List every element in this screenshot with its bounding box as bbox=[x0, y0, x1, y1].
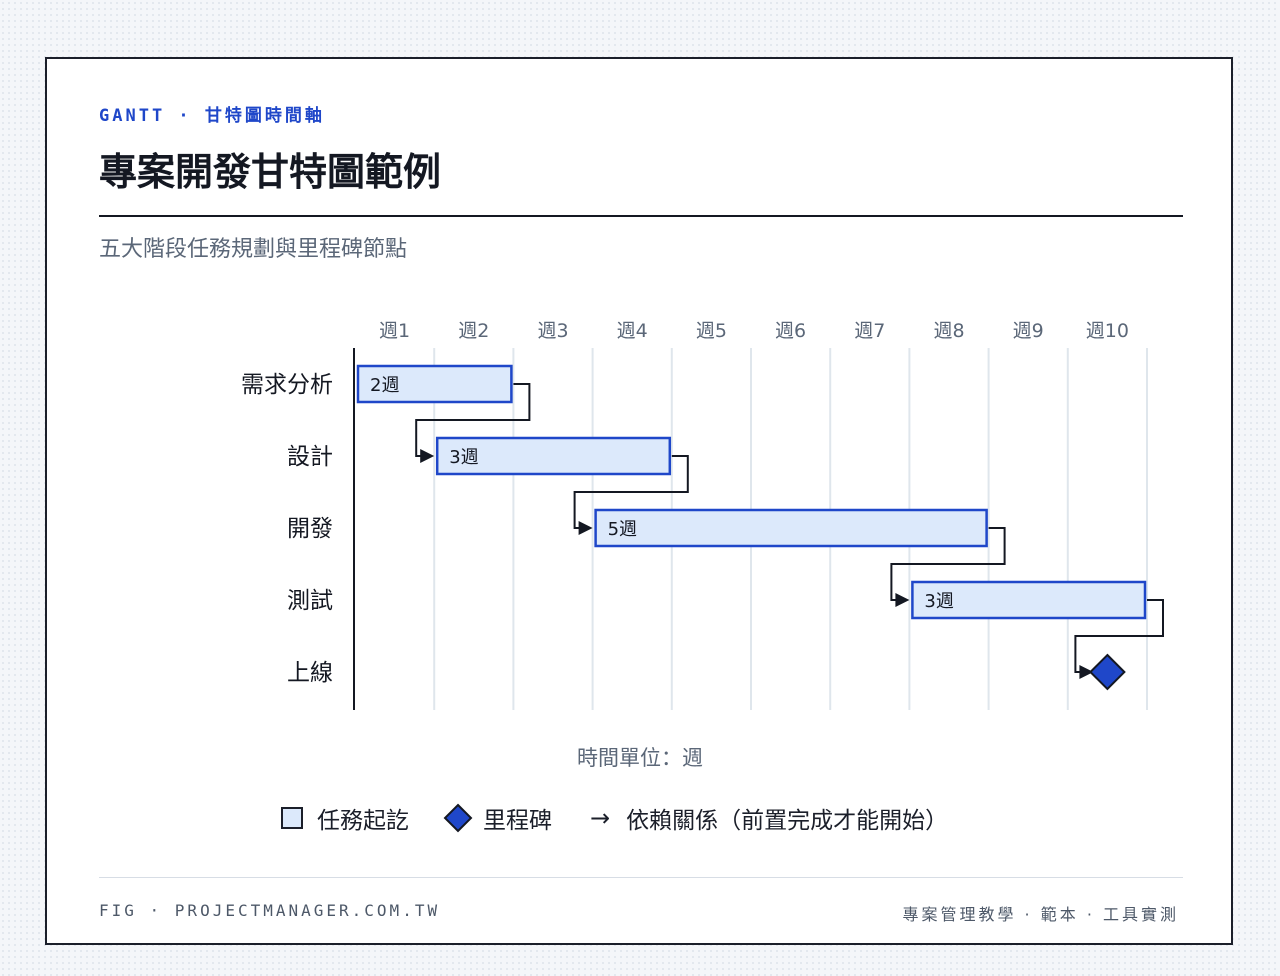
x-tick-label: 週5 bbox=[696, 320, 727, 342]
x-tick-label: 週10 bbox=[1086, 320, 1129, 342]
task-name-label: 上線 bbox=[287, 660, 333, 686]
x-tick-label: 週2 bbox=[458, 320, 489, 342]
dependency-arrowhead bbox=[420, 449, 435, 463]
task-duration-label: 2週 bbox=[370, 375, 399, 396]
x-tick-label: 週9 bbox=[1013, 320, 1044, 342]
task-duration-label: 5週 bbox=[608, 519, 637, 540]
task-bar bbox=[594, 508, 988, 548]
dependency-arrowhead bbox=[578, 521, 593, 535]
dependency-arrowhead bbox=[895, 593, 910, 607]
x-tick-label: 週8 bbox=[933, 320, 964, 342]
x-tick-label: 週7 bbox=[854, 320, 885, 342]
task-name-label: 開發 bbox=[287, 516, 333, 542]
task-name-label: 測試 bbox=[287, 588, 333, 614]
milestone-marker bbox=[1088, 653, 1126, 691]
task-duration-label: 3週 bbox=[449, 447, 478, 468]
task-name-label: 設計 bbox=[287, 444, 333, 470]
task-name-label: 需求分析 bbox=[241, 372, 333, 398]
task-duration-label: 3週 bbox=[924, 591, 953, 612]
x-tick-label: 週1 bbox=[379, 320, 410, 342]
gantt-chart: 週1 週2 週3 週4 週5 週6 週7 週8 週9 週10時間單位：週需求分析 2週設計 3週開發 5… bbox=[241, 320, 1164, 770]
x-tick-label: 週3 bbox=[537, 320, 568, 342]
x-tick-label: 週6 bbox=[775, 320, 806, 342]
x-tick-label: 週4 bbox=[617, 320, 648, 342]
x-axis-title: 時間單位：週 bbox=[577, 746, 703, 770]
